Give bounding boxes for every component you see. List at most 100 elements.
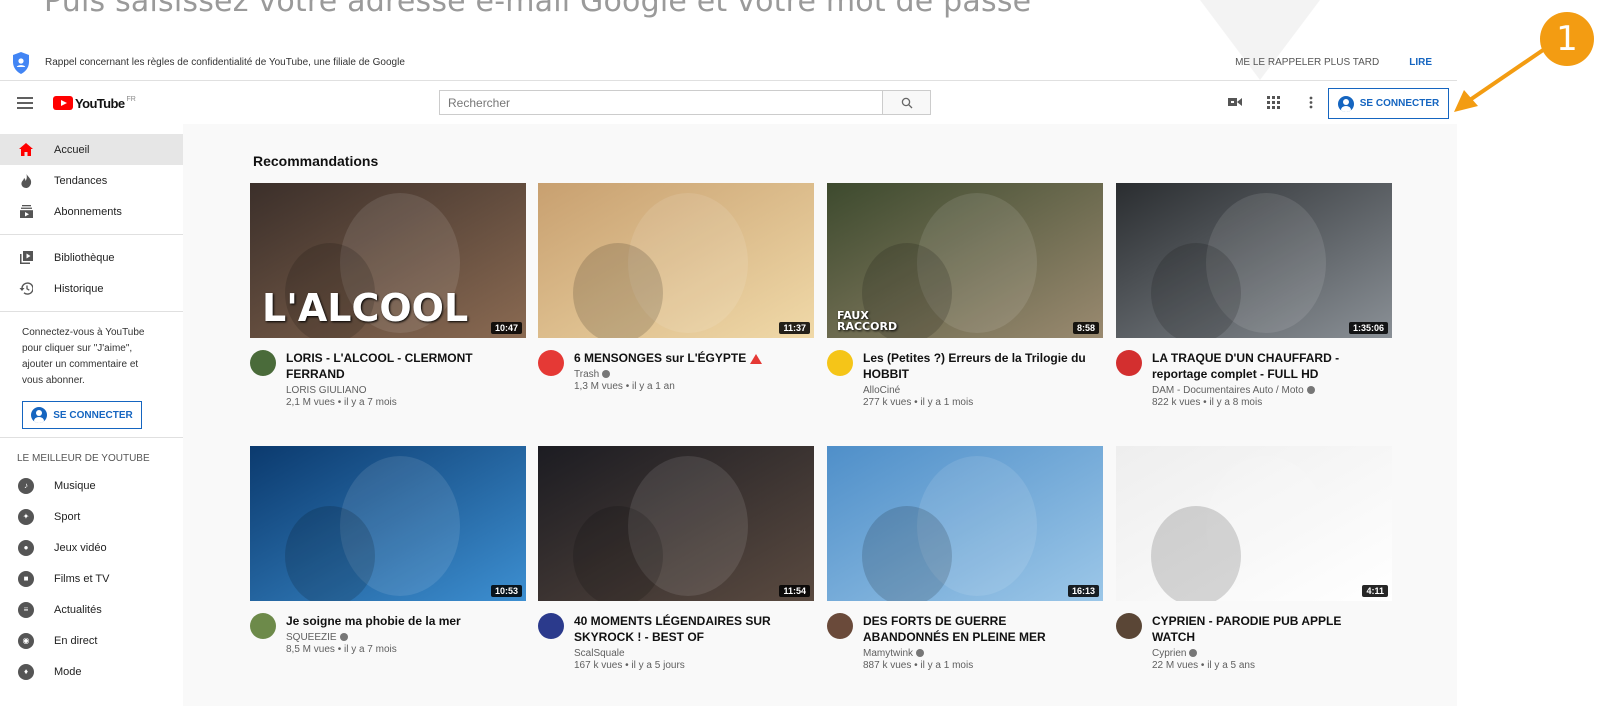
channel-avatar[interactable]: [1116, 613, 1142, 639]
sidebar-item-label: Accueil: [54, 143, 90, 156]
video-thumbnail[interactable]: 11:54: [538, 446, 814, 601]
channel-name[interactable]: Cyprien: [1152, 648, 1382, 659]
video-title[interactable]: CYPRIEN - PARODIE PUB APPLE WATCH: [1152, 613, 1382, 645]
channel-name[interactable]: Mamytwink: [863, 648, 1093, 659]
channel-avatar[interactable]: [1116, 350, 1142, 376]
channel-name[interactable]: AlloCiné: [863, 385, 1093, 396]
history-icon: [18, 281, 34, 297]
video-duration: 16:13: [1067, 585, 1099, 597]
sidebar-item-sport[interactable]: ✦ Sport: [0, 501, 183, 532]
verified-icon: [916, 649, 925, 658]
video-stats: 8,5 M vues • il y a 7 mois: [286, 644, 397, 655]
sidebar-item-label: Abonnements: [54, 205, 122, 218]
movies-icon: ■: [18, 570, 34, 587]
more-vertical-icon[interactable]: [1303, 94, 1319, 110]
channel-name[interactable]: SQUEEZIE: [286, 632, 516, 643]
sidebar-item-label: Sport: [54, 510, 81, 523]
sidebar-item-trending[interactable]: Tendances: [0, 165, 183, 196]
video-thumbnail[interactable]: 4:11: [1116, 446, 1392, 601]
sidebar-item-music[interactable]: ♪ Musique: [0, 470, 183, 501]
sign-in-button[interactable]: SE CONNECTER: [1328, 88, 1449, 119]
channel-name-text: DAM - Documentaires Auto / Moto: [1152, 385, 1304, 396]
search-input[interactable]: [439, 90, 882, 115]
remind-later-button[interactable]: ME LE RAPPELER PLUS TARD: [1235, 57, 1379, 68]
video-card[interactable]: 11:37 6 MENSONGES sur L'ÉGYPTE Trash 1,3…: [538, 183, 814, 392]
sidebar: Accueil Tendances Abonnements Bibliothèq…: [0, 134, 183, 706]
verified-icon: [602, 370, 611, 379]
video-card[interactable]: 10:53 Je soigne ma phobie de la mer SQUE…: [250, 446, 526, 655]
channel-name[interactable]: ScalSquale: [574, 648, 804, 659]
channel-avatar[interactable]: [538, 613, 564, 639]
video-title[interactable]: 40 MOMENTS LÉGENDAIRES SUR SKYROCK ! - B…: [574, 613, 804, 645]
verified-icon: [1306, 386, 1315, 395]
video-duration: 4:11: [1362, 585, 1388, 597]
video-card[interactable]: 8:58 FAUX RACCORD Les (Petites ?) Erreur…: [827, 183, 1103, 408]
video-card[interactable]: 16:13 DES FORTS DE GUERRE ABANDONNÉS EN …: [827, 446, 1103, 671]
section-title: Recommandations: [253, 153, 379, 169]
thumbnail-overlay-text: L'ALCOOL: [262, 286, 469, 330]
sidebar-item-fashion[interactable]: ♦ Mode: [0, 656, 183, 687]
sidebar-item-movies[interactable]: ■ Films et TV: [0, 563, 183, 594]
apps-grid-icon[interactable]: [1265, 94, 1281, 110]
subscriptions-icon: [18, 204, 34, 220]
video-stats: 277 k vues • il y a 1 mois: [863, 397, 974, 408]
channel-avatar[interactable]: [250, 613, 276, 639]
video-duration: 10:53: [490, 585, 522, 597]
video-card[interactable]: 11:54 40 MOMENTS LÉGENDAIRES SUR SKYROCK…: [538, 446, 814, 671]
sidebar-sign-in-button[interactable]: SE CONNECTER: [22, 401, 142, 429]
video-thumbnail[interactable]: 11:37: [538, 183, 814, 338]
video-stats: 2,1 M vues • il y a 7 mois: [286, 397, 397, 408]
video-title[interactable]: Je soigne ma phobie de la mer: [286, 613, 516, 629]
sidebar-item-label: Bibliothèque: [54, 251, 115, 264]
channel-name[interactable]: LORIS GIULIANO: [286, 385, 516, 396]
sidebar-item-live[interactable]: ◉ En direct: [0, 625, 183, 656]
youtube-logo[interactable]: YouTube FR: [53, 96, 136, 111]
top-bar: YouTube FR Rechercher SE CONNECTER: [0, 82, 1457, 124]
country-code: FR: [126, 95, 136, 103]
video-thumbnail[interactable]: 10:53: [250, 446, 526, 601]
video-title[interactable]: Les (Petites ?) Erreurs de la Trilogie d…: [863, 350, 1093, 382]
sidebar-item-gaming[interactable]: ● Jeux vidéo: [0, 532, 183, 563]
video-title[interactable]: DES FORTS DE GUERRE ABANDONNÉS EN PLEINE…: [863, 613, 1093, 645]
banner-text: Rappel concernant les règles de confiden…: [45, 57, 405, 68]
sidebar-item-home[interactable]: Accueil: [0, 134, 183, 165]
video-title[interactable]: 6 MENSONGES sur L'ÉGYPTE: [574, 350, 804, 366]
sidebar-item-history[interactable]: Historique: [0, 273, 183, 304]
channel-name-text: Trash: [574, 369, 600, 380]
warning-icon: [750, 353, 763, 364]
video-card[interactable]: 1:35:06 LA TRAQUE D'UN CHAUFFARD - repor…: [1116, 183, 1392, 408]
shield-icon: [13, 51, 29, 74]
search-button[interactable]: [882, 90, 931, 115]
channel-name[interactable]: Trash: [574, 369, 804, 380]
video-title-text: 6 MENSONGES sur L'ÉGYPTE: [574, 351, 747, 365]
video-thumbnail[interactable]: 16:13: [827, 446, 1103, 601]
sidebar-item-library[interactable]: Bibliothèque: [0, 242, 183, 273]
video-thumbnail[interactable]: 8:58 FAUX RACCORD: [827, 183, 1103, 338]
sidebar-item-label: Jeux vidéo: [54, 541, 107, 554]
video-camera-icon[interactable]: [1227, 94, 1243, 110]
main-content: Recommandations 10:47 L'ALCOOL LORIS - L…: [183, 124, 1457, 706]
menu-icon[interactable]: [17, 97, 33, 109]
channel-avatar[interactable]: [538, 350, 564, 376]
video-title-text: Les (Petites ?) Erreurs de la Trilogie d…: [863, 351, 1086, 381]
video-title-text: LA TRAQUE D'UN CHAUFFARD - reportage com…: [1152, 351, 1340, 381]
video-title[interactable]: LORIS - L'ALCOOL - CLERMONT FERRAND: [286, 350, 516, 382]
video-card[interactable]: 4:11 CYPRIEN - PARODIE PUB APPLE WATCH C…: [1116, 446, 1392, 671]
video-thumbnail[interactable]: 1:35:06: [1116, 183, 1392, 338]
video-thumbnail[interactable]: 10:47 L'ALCOOL: [250, 183, 526, 338]
read-button[interactable]: LIRE: [1409, 57, 1432, 68]
fashion-icon: ♦: [18, 663, 34, 680]
video-card[interactable]: 10:47 L'ALCOOL LORIS - L'ALCOOL - CLERMO…: [250, 183, 526, 408]
sidebar-item-subscriptions[interactable]: Abonnements: [0, 196, 183, 227]
channel-name[interactable]: DAM - Documentaires Auto / Moto: [1152, 385, 1382, 396]
channel-avatar[interactable]: [250, 350, 276, 376]
sign-in-label: SE CONNECTER: [53, 409, 133, 421]
channel-avatar[interactable]: [827, 613, 853, 639]
sport-icon: ✦: [18, 508, 34, 525]
video-title-text: Je soigne ma phobie de la mer: [286, 614, 461, 628]
video-duration: 10:47: [490, 322, 522, 334]
video-stats: 22 M vues • il y a 5 ans: [1152, 660, 1255, 671]
channel-avatar[interactable]: [827, 350, 853, 376]
sidebar-item-news[interactable]: ≡ Actualités: [0, 594, 183, 625]
video-title[interactable]: LA TRAQUE D'UN CHAUFFARD - reportage com…: [1152, 350, 1382, 382]
